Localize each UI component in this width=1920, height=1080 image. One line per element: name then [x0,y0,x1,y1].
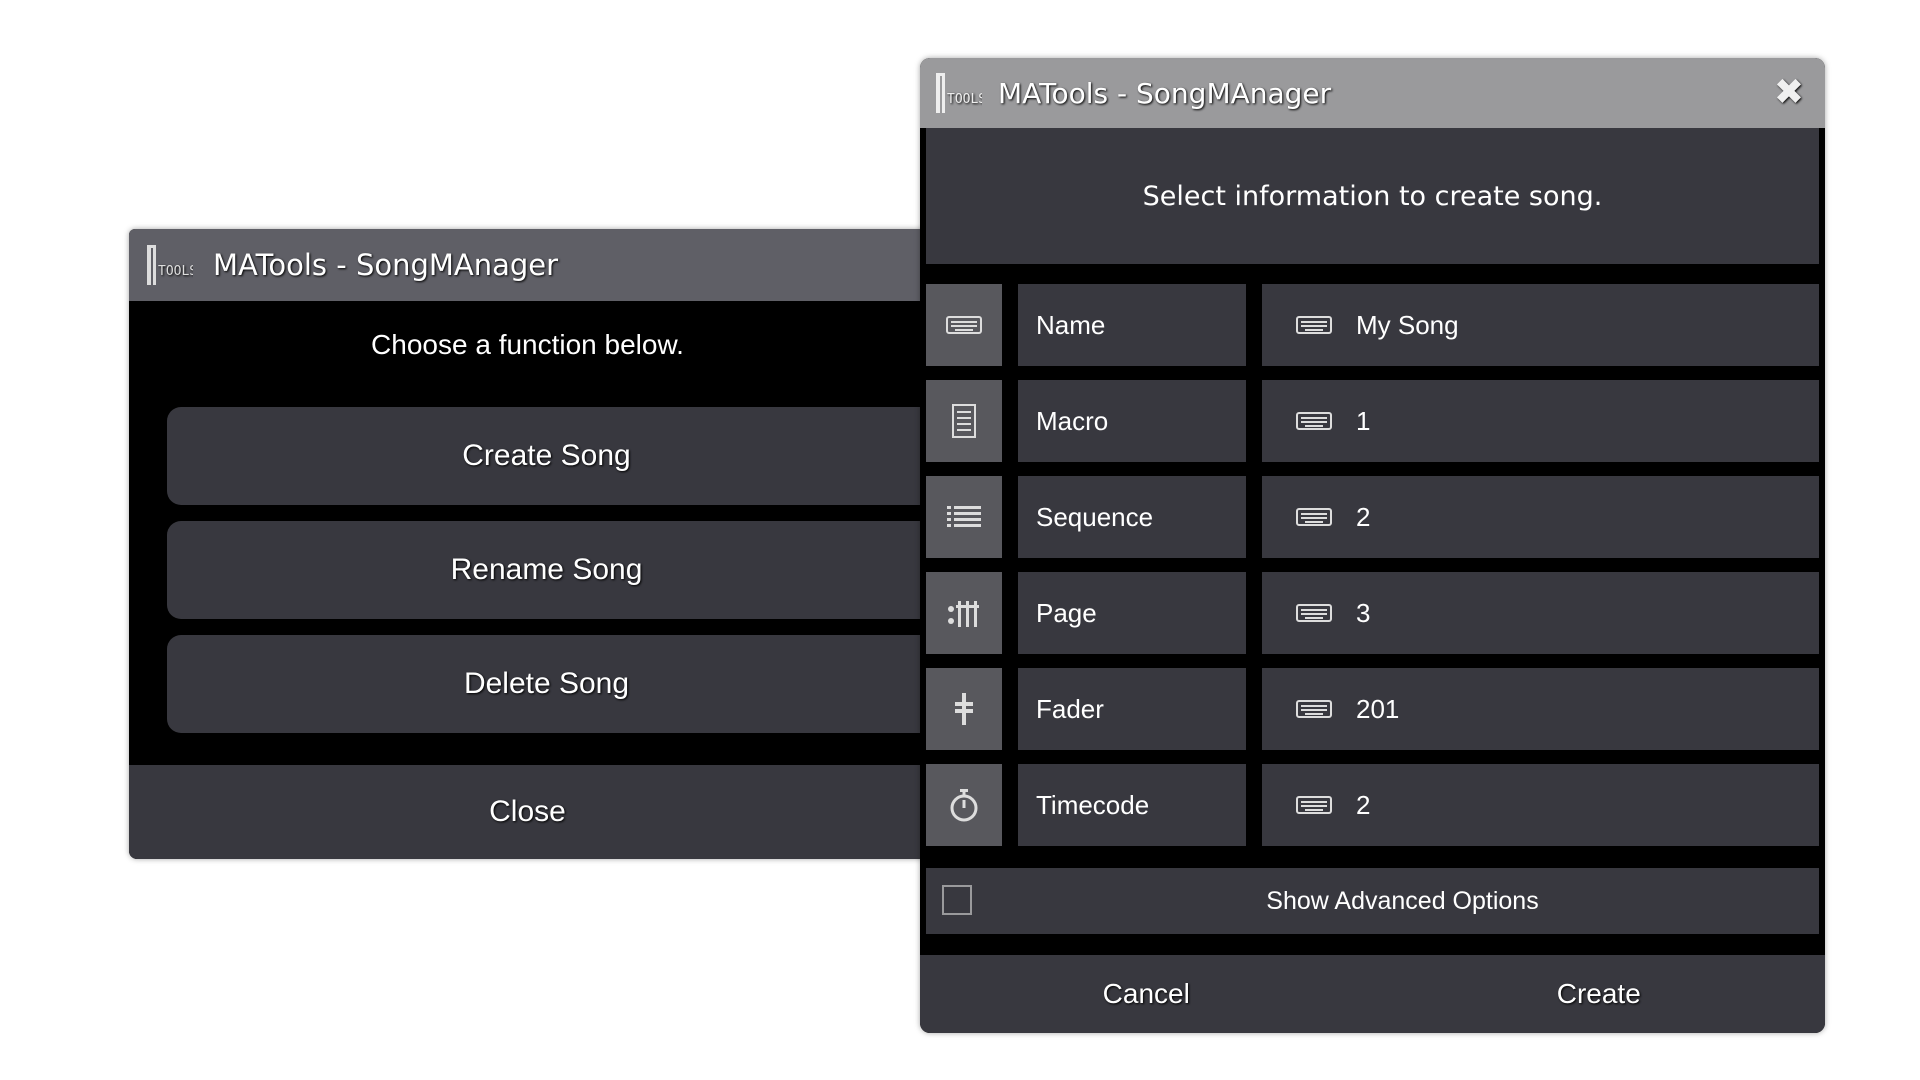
create-song-dialog: TOOLS MATools - SongMAnager ✖ Select inf… [920,58,1825,1033]
field-value: 2 [1356,501,1371,532]
advanced-options-label: Show Advanced Options [1266,886,1539,915]
function-menu-window: TOOLS MATools - SongMAnager Choose a fun… [129,229,926,859]
keyboard-icon [1296,412,1332,430]
title-bar[interactable]: TOOLS MATools - SongMAnager [129,229,926,301]
rename-song-button[interactable]: Rename Song [167,521,926,619]
field-row-sequence: Sequence 2 [926,476,1819,558]
create-button[interactable]: Create [1373,955,1826,1033]
keyboard-icon [1296,700,1332,718]
field-row-name: Name My Song [926,284,1819,366]
field-label: Timecode [1018,764,1246,846]
sequence-input[interactable]: 2 [1262,476,1819,558]
keyboard-icon [1296,508,1332,526]
field-label: Fader [1018,668,1246,750]
svg-text:TOOLS: TOOLS [947,92,982,107]
page-input[interactable]: 3 [1262,572,1819,654]
field-value: 2 [1356,789,1371,820]
macro-icon [926,380,1002,462]
dialog-footer: Cancel Create [920,955,1825,1033]
field-row-page: Page 3 [926,572,1819,654]
field-label: Name [1018,284,1246,366]
delete-song-button[interactable]: Delete Song [167,635,926,733]
stopwatch-icon [926,764,1002,846]
cancel-button[interactable]: Cancel [920,955,1373,1033]
keyboard-icon [1296,316,1332,334]
name-input[interactable]: My Song [1262,284,1819,366]
page-faders-icon [926,572,1002,654]
fader-icon [926,668,1002,750]
prompt-text: Choose a function below. [371,329,684,360]
timecode-input[interactable]: 2 [1262,764,1819,846]
create-song-button[interactable]: Create Song [167,407,926,505]
field-row-fader: Fader 201 [926,668,1819,750]
field-row-timecode: Timecode 2 [926,764,1819,846]
keyboard-icon [1296,796,1332,814]
field-value: My Song [1356,309,1459,340]
field-value: 1 [1356,405,1371,436]
field-value: 3 [1356,597,1371,628]
keyboard-icon [1296,604,1332,622]
window-title: MATools - SongMAnager [213,248,559,282]
matools-logo-icon: TOOLS [934,66,982,120]
window-title: MATools - SongMAnager [998,76,1332,110]
field-value: 201 [1356,693,1400,724]
fader-input[interactable]: 201 [1262,668,1819,750]
title-bar[interactable]: TOOLS MATools - SongMAnager ✖ [920,58,1825,128]
close-x-icon[interactable]: ✖ [1769,72,1809,113]
field-label: Page [1018,572,1246,654]
dialog-header: Select information to create song. [926,128,1819,264]
advanced-options-row[interactable]: Show Advanced Options [926,868,1819,934]
field-label: Macro [1018,380,1246,462]
close-button[interactable]: Close [129,765,926,859]
sequence-list-icon [926,476,1002,558]
svg-text:TOOLS: TOOLS [158,264,193,279]
macro-input[interactable]: 1 [1262,380,1819,462]
keyboard-icon [926,284,1002,366]
field-row-macro: Macro 1 [926,380,1819,462]
field-label: Sequence [1018,476,1246,558]
matools-logo-icon: TOOLS [145,235,193,295]
